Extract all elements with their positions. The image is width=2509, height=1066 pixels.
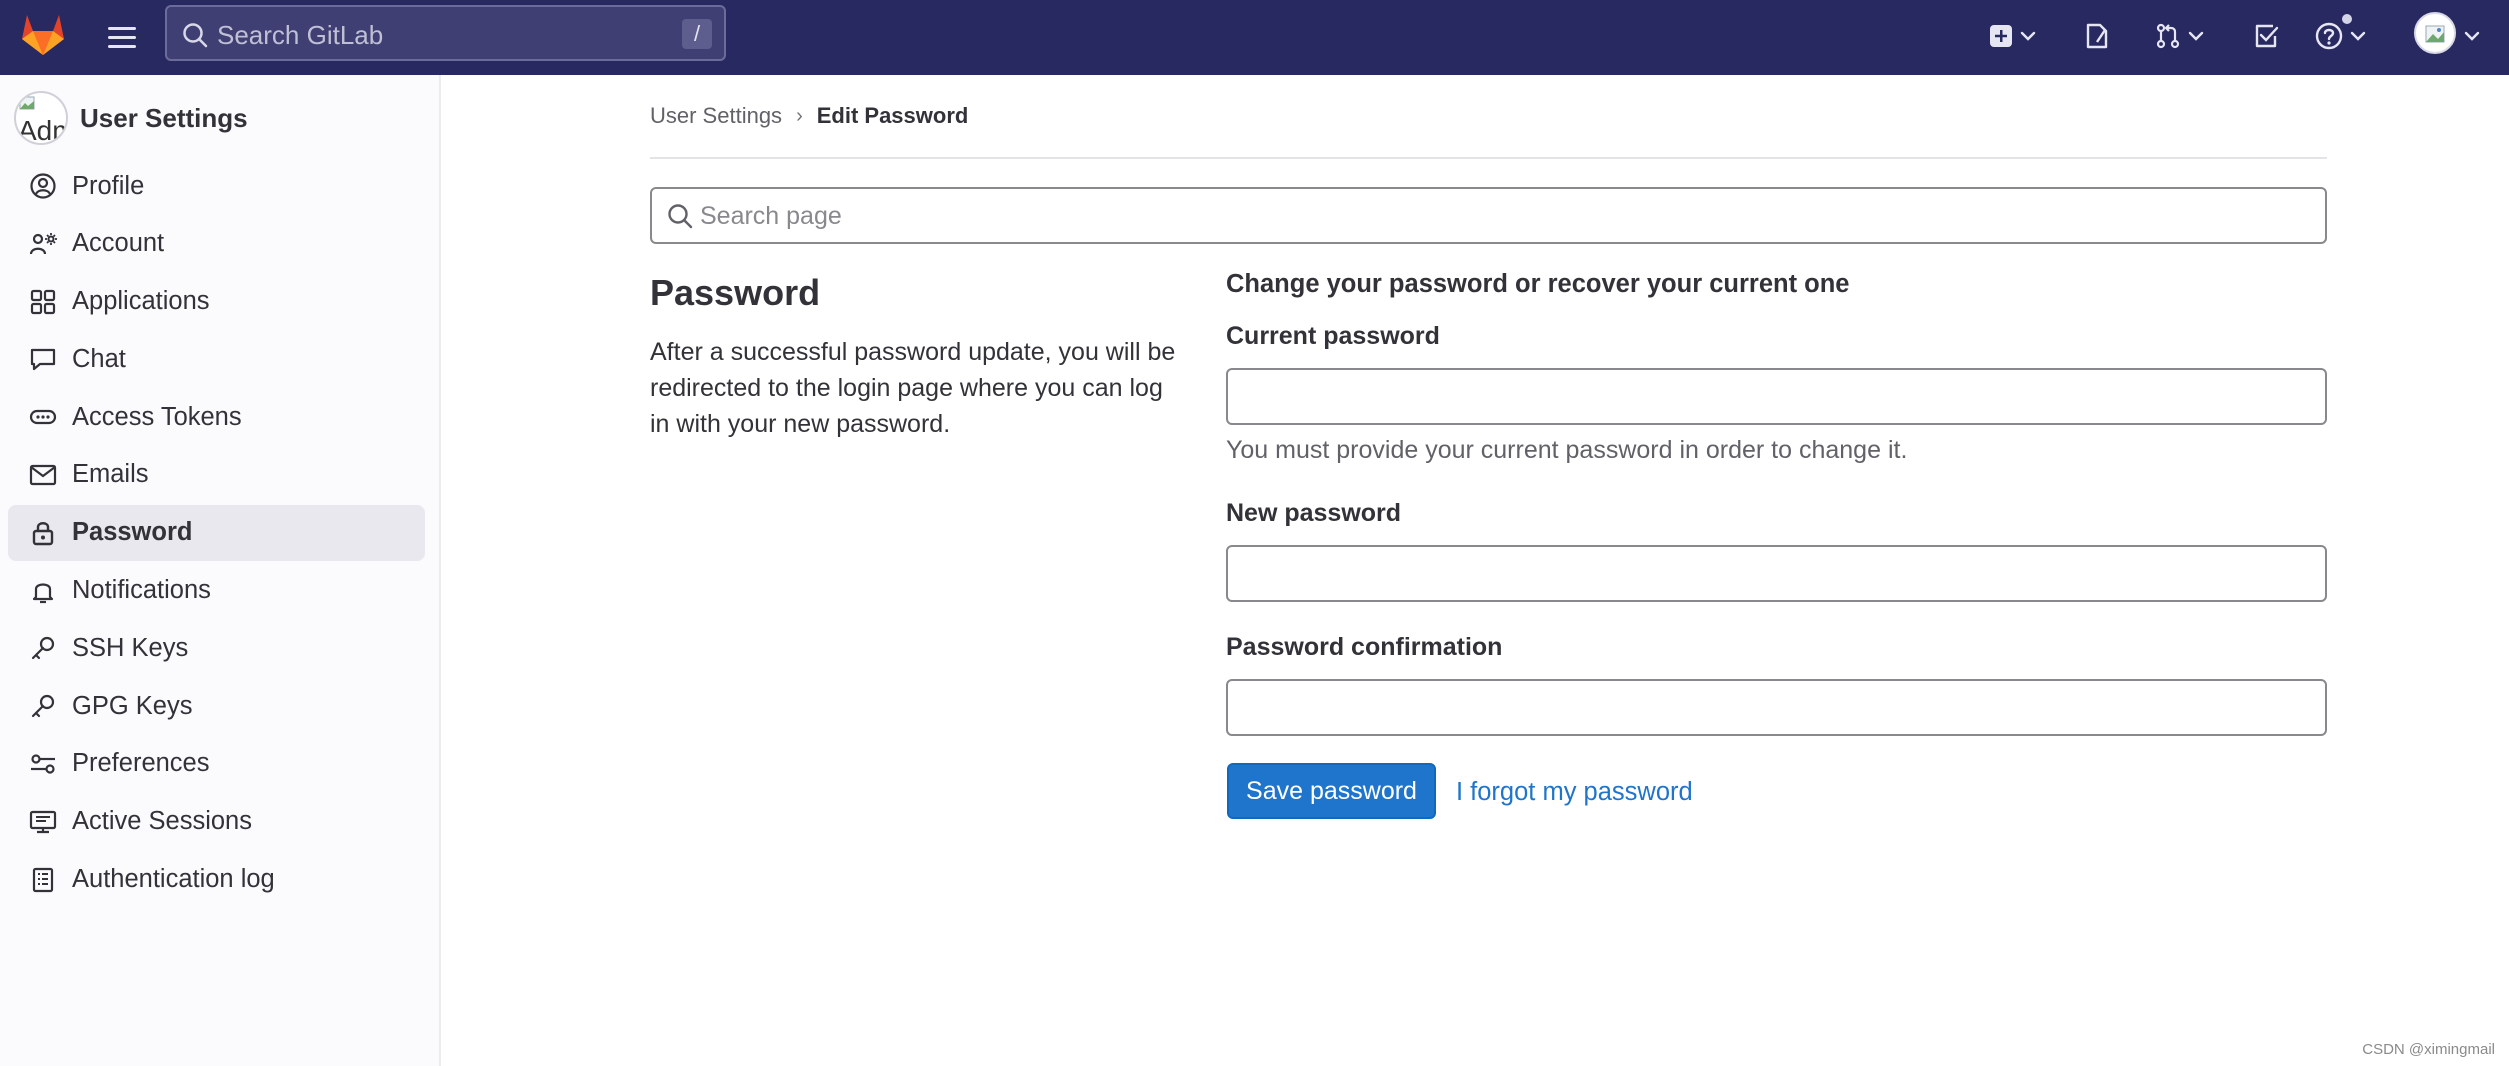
new-password-label: New password <box>1226 499 1402 527</box>
sidebar-item-label: Profile <box>72 171 145 200</box>
mail-icon <box>28 460 58 490</box>
breadcrumb-current-page[interactable]: Edit Password <box>817 103 969 129</box>
avatar-alt-text: Adm <box>18 115 66 145</box>
broken-image-icon <box>2425 25 2445 43</box>
breadcrumb-user-settings-link[interactable]: User Settings <box>650 103 782 129</box>
applications-icon <box>28 287 58 317</box>
form-heading: Change your password or recover your cur… <box>1226 270 1850 298</box>
user-menu-chevron[interactable] <box>2462 17 2482 55</box>
account-icon <box>28 229 58 259</box>
sidebar-item-label: Preferences <box>72 749 210 778</box>
settings-sidebar: Adm User Settings Profile Account Applic… <box>0 75 441 1066</box>
current-password-field[interactable] <box>1226 368 2327 425</box>
search-page-placeholder: Search page <box>700 202 842 230</box>
sidebar-item-label: Active Sessions <box>72 807 252 836</box>
create-new-dropdown[interactable] <box>1988 17 2038 55</box>
sidebar-title: User Settings <box>80 102 248 133</box>
sidebar-item-authentication-log[interactable]: Authentication log <box>8 852 425 908</box>
section-description: After a successful password update, you … <box>650 338 1176 438</box>
chevron-down-icon <box>2188 31 2204 41</box>
sidebar-item-gpg-keys[interactable]: GPG Keys <box>8 678 425 734</box>
sidebar-item-label: Password <box>72 518 193 547</box>
plus-square-icon <box>1990 25 2012 47</box>
chevron-down-icon <box>2020 31 2036 41</box>
chat-icon <box>28 344 58 374</box>
search-placeholder: Search GitLab <box>217 20 384 50</box>
merge-requests-dropdown[interactable] <box>2154 17 2206 55</box>
top-navigation-bar: Search GitLab / <box>0 0 2509 75</box>
sidebar-item-label: Emails <box>72 460 149 489</box>
sidebar-item-label: Notifications <box>72 576 211 605</box>
sidebar-header[interactable]: Adm User Settings <box>14 90 248 146</box>
sidebar-item-ssh-keys[interactable]: SSH Keys <box>8 620 425 676</box>
monitor-icon <box>28 807 58 837</box>
password-confirmation-label: Password confirmation <box>1226 633 1503 661</box>
global-search-input[interactable]: Search GitLab / <box>165 5 726 61</box>
sidebar-item-password[interactable]: Password <box>8 504 425 561</box>
current-password-label: Current password <box>1226 322 1440 350</box>
sidebar-item-label: Authentication log <box>72 865 275 894</box>
search-page-input[interactable]: Search page <box>650 187 2327 244</box>
issues-icon <box>2086 23 2108 49</box>
sidebar-item-chat[interactable]: Chat <box>8 331 425 387</box>
key-icon <box>28 633 58 663</box>
sidebar-item-applications[interactable]: Applications <box>8 274 425 330</box>
key-icon <box>28 691 58 721</box>
sidebar-item-profile[interactable]: Profile <box>8 158 425 214</box>
password-confirmation-field[interactable] <box>1226 679 2327 736</box>
hamburger-menu-icon[interactable] <box>104 19 140 55</box>
sidebar-item-active-sessions[interactable]: Active Sessions <box>8 794 425 850</box>
search-icon <box>183 23 208 48</box>
sidebar-item-label: Applications <box>72 287 210 316</box>
current-password-help-text: You must provide your current password i… <box>1226 436 1908 464</box>
log-icon <box>28 865 58 895</box>
preferences-icon <box>28 749 58 779</box>
sidebar-item-preferences[interactable]: Preferences <box>8 736 425 792</box>
token-icon <box>28 402 58 432</box>
todo-checkbox-icon <box>2255 24 2279 48</box>
search-icon <box>668 204 693 229</box>
chevron-down-icon <box>2464 31 2480 41</box>
help-question-icon <box>2315 22 2343 50</box>
sidebar-nav: Profile Account Applications Chat Access… <box>8 158 425 909</box>
profile-icon <box>28 171 58 201</box>
sidebar-item-label: GPG Keys <box>72 691 193 720</box>
user-avatar[interactable] <box>2414 12 2456 54</box>
sidebar-item-label: Access Tokens <box>72 402 242 431</box>
chevron-down-icon <box>2350 31 2366 41</box>
admin-avatar: Adm <box>14 91 68 145</box>
sidebar-item-notifications[interactable]: Notifications <box>8 563 425 619</box>
section-title: Password <box>650 272 821 313</box>
notification-dot <box>2340 12 2354 26</box>
sidebar-item-access-tokens[interactable]: Access Tokens <box>8 389 425 445</box>
breadcrumb-separator-icon: › <box>796 104 803 127</box>
search-shortcut-badge: / <box>682 19 712 49</box>
breadcrumb: User Settings › Edit Password <box>650 103 968 129</box>
new-password-field[interactable] <box>1226 545 2327 602</box>
sidebar-item-label: Account <box>72 229 165 258</box>
issues-button[interactable] <box>2083 17 2111 55</box>
sidebar-item-account[interactable]: Account <box>8 216 425 272</box>
divider <box>650 157 2327 159</box>
bell-icon <box>28 576 58 606</box>
save-password-button[interactable]: Save password <box>1227 763 1436 819</box>
merge-request-icon <box>2156 23 2180 49</box>
todos-button[interactable] <box>2252 17 2280 55</box>
gitlab-logo-icon[interactable] <box>18 9 68 59</box>
sidebar-item-label: SSH Keys <box>72 633 189 662</box>
forgot-password-link[interactable]: I forgot my password <box>1456 778 1693 807</box>
sidebar-item-label: Chat <box>72 344 126 373</box>
watermark: CSDN @ximingmail <box>2362 1041 2495 1058</box>
lock-icon <box>28 518 58 548</box>
sidebar-item-emails[interactable]: Emails <box>8 447 425 503</box>
broken-image-icon <box>19 96 35 110</box>
